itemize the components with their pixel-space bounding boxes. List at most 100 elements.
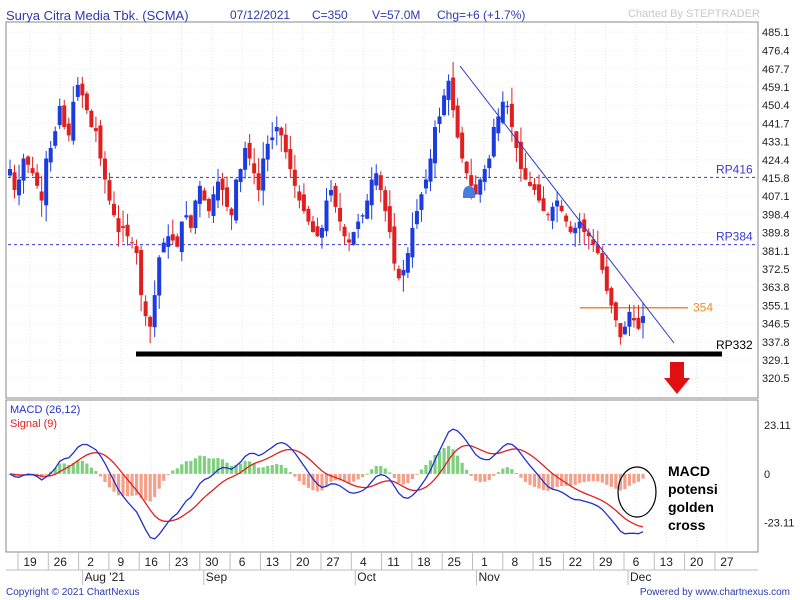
macd-histogram-bar [424,464,428,474]
candle-body [641,316,645,323]
macd-histogram-bar [469,473,473,476]
macd-histogram-bar [361,473,365,478]
macd-histogram-bar [415,473,419,475]
candle-body [636,317,641,329]
month-label: Aug '21 [85,570,126,584]
candle-body [93,128,98,132]
candle-body [75,84,80,97]
candle-body [451,77,456,111]
macd-histogram-bar [352,473,356,482]
macd-histogram-bar [148,473,152,502]
y-tick-label: 320.5 [762,373,790,385]
macd-histogram-bar [297,473,301,482]
x-tick-label: 29 [599,555,613,569]
macd-histogram-bar [437,451,442,474]
candle-body [107,180,112,201]
macd-y-tick-label: 23.11 [764,420,791,432]
macd-histogram-bar [193,458,197,474]
candle-body [30,168,35,174]
macd-histogram-bar [406,473,410,484]
macd-histogram-bar [614,473,618,489]
macd-histogram-bar [641,473,645,479]
macd-histogram-bar [252,463,256,474]
macd-histogram-bar [505,467,509,474]
x-tick-label: 4 [360,555,367,569]
macd-histogram-bar [483,473,487,482]
candle-body [319,227,324,238]
macd-histogram-bar [166,473,170,475]
macd-histogram-bar [492,473,496,476]
candle-body [487,158,492,169]
y-tick-label: 346.5 [762,318,790,330]
candle-body [310,221,315,233]
candle-body [48,148,53,163]
candle-body [21,158,26,181]
candle-body [166,236,171,247]
candle-body [270,137,275,141]
candle-body [71,101,76,141]
x-tick-label: 11 [387,555,400,569]
macd-annotation: MACD potensi golden cross [668,463,718,533]
x-tick-label: 26 [54,555,68,569]
candle-body [202,190,207,201]
candle-body [631,318,636,321]
month-label: Nov [479,570,500,584]
y-tick-label: 441.7 [762,118,790,130]
candle-body [256,173,261,191]
y-tick-label: 459.1 [762,82,790,94]
candle-body [374,173,379,186]
macd-histogram-bar [266,465,270,474]
macd-histogram-bar [623,473,627,490]
macd-histogram-bar [76,460,80,474]
candle-body [139,250,144,296]
macd-histogram-bar [397,473,401,483]
x-tick-label: 16 [145,555,159,569]
candle-body [613,302,618,321]
macd-histogram-bar [189,460,193,474]
macd-histogram-bar [162,473,166,481]
candle-body [197,185,202,204]
macd-histogram-bar [293,473,297,477]
candle-body [396,268,401,279]
macd-histogram-bar [596,473,600,482]
macd-histogram-bar [591,473,595,482]
chart-close: C=350 [312,8,348,22]
candle-body [234,179,239,221]
candle-body [532,184,537,191]
macd-histogram-bar [627,473,632,486]
candle-body [414,211,419,225]
candle-body [437,116,442,124]
candle-body [215,181,220,201]
chart-title: Surya Citra Media Tbk. (SCMA) [6,8,189,23]
macd-histogram-bar [284,467,288,474]
macd-histogram-bar [582,473,586,483]
candle-body [365,200,370,219]
candle-body [261,158,266,191]
macd-histogram-bar [153,473,157,497]
y-tick-label: 407.1 [762,191,790,203]
candle-body [193,200,198,229]
candle-body [410,227,415,258]
x-tick-label: 9 [118,555,125,569]
macd-histogram-bar [636,473,641,482]
candle-body [57,105,62,126]
macd-histogram-bar [370,469,374,474]
macd-histogram-bar [207,458,211,474]
candle-body [333,185,338,207]
candle-body [12,172,17,191]
candle-body [157,257,162,296]
x-tick-label: 27 [720,555,734,569]
month-label: Oct [357,570,376,584]
macd-histogram-bar [573,473,577,485]
candle-body [62,105,67,127]
y-tick-label: 467.7 [762,64,790,76]
candle-body [478,179,483,195]
candle-body [148,316,153,327]
candle-body [568,226,573,233]
candle-body [401,269,406,276]
macd-histogram-bar [211,458,216,474]
macd-histogram-bar [94,471,98,474]
candle-body [555,200,560,207]
candle-body [482,169,487,182]
candle-body [288,149,293,170]
